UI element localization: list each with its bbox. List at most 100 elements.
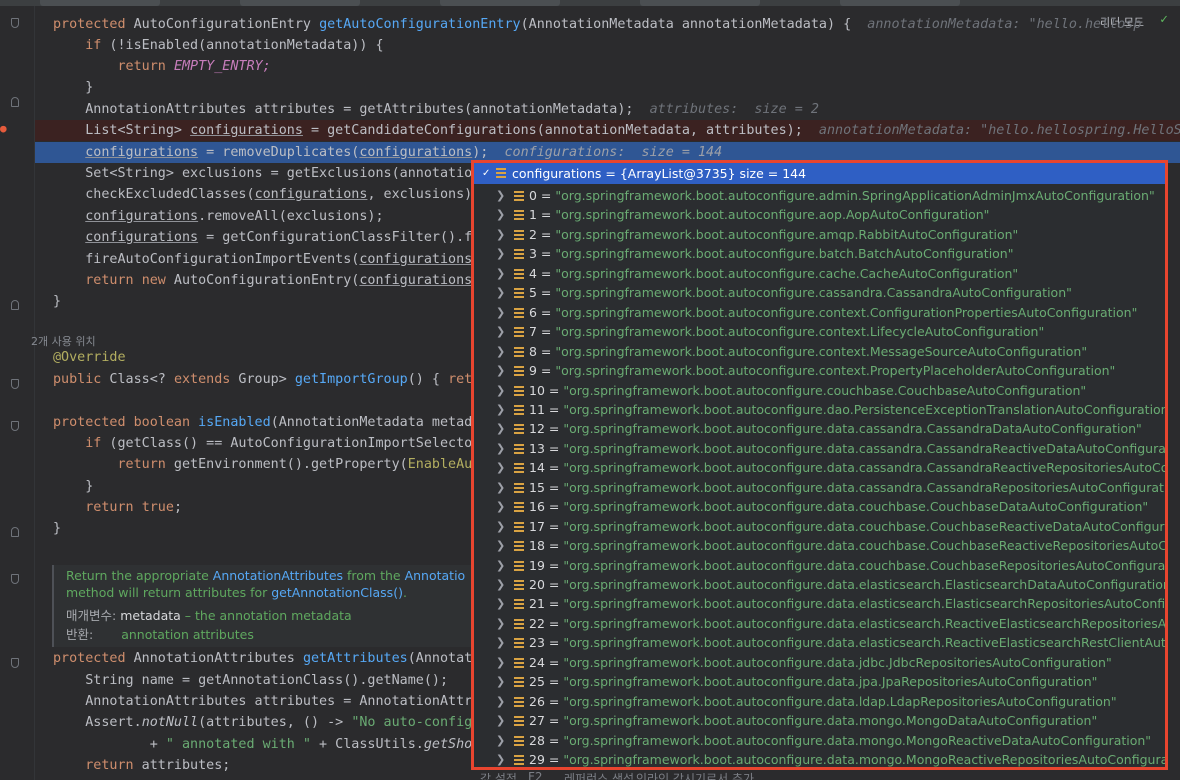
chevron-right-icon[interactable]: ❯ [496, 283, 505, 303]
list-item[interactable]: ❯ 5 = "org.springframework.boot.autoconfi… [474, 283, 1165, 303]
chevron-right-icon[interactable]: ❯ [496, 186, 505, 206]
list-item[interactable]: ❯ 25 = "org.springframework.boot.autoconf… [474, 672, 1165, 692]
list-icon [514, 580, 524, 592]
chevron-right-icon[interactable]: ❯ [496, 750, 505, 767]
chevron-right-icon[interactable]: ❯ [496, 711, 505, 731]
fold-icon[interactable] [11, 300, 19, 310]
fold-icon[interactable] [11, 421, 19, 431]
list-icon [514, 502, 524, 514]
javadoc-link[interactable]: getAnnotationClass() [271, 585, 403, 600]
chevron-right-icon[interactable]: ❯ [496, 478, 505, 498]
list-icon [514, 638, 524, 650]
chevron-right-icon[interactable]: ❯ [496, 439, 505, 459]
popup-header-row[interactable]: ✓ configurations = {ArrayList@3735} size… [474, 163, 1165, 184]
chevron-right-icon[interactable]: ❯ [496, 322, 505, 342]
list-icon [514, 560, 524, 573]
list-item[interactable]: ❯ 22 = "org.springframework.boot.autoconf… [474, 614, 1165, 634]
chevron-right-icon[interactable]: ❯ [496, 692, 505, 712]
list-item[interactable]: ❯ 23 = "org.springframework.boot.autoconf… [474, 633, 1165, 653]
list-item[interactable]: ❯ 20 = "org.springframework.boot.autoconf… [474, 575, 1165, 595]
item-value: "org.springframework.boot.autoconfigure.… [555, 188, 1155, 203]
item-value: "org.springframework.boot.autoconfigure.… [563, 440, 1168, 456]
list-item[interactable]: ❯ 15 = "org.springframework.boot.autoconf… [474, 478, 1165, 498]
list-item[interactable]: ❯ 10 = "org.springframework.boot.autoconf… [474, 381, 1165, 401]
chevron-down-icon[interactable]: ✓ [482, 163, 490, 184]
chevron-right-icon[interactable]: ❯ [496, 361, 505, 381]
list-icon [514, 404, 524, 417]
chevron-right-icon[interactable]: ❯ [496, 536, 505, 556]
list-item[interactable]: ❯ 3 = "org.springframework.boot.autoconfi… [474, 244, 1165, 264]
item-index: 12 [529, 421, 545, 437]
list-item[interactable]: ❯ 17 = "org.springframework.boot.autoconf… [474, 517, 1165, 537]
chevron-right-icon[interactable]: ❯ [496, 381, 505, 401]
list-item[interactable]: ❯ 24 = "org.springframework.boot.autoconf… [474, 653, 1165, 673]
list-icon [514, 307, 524, 320]
chevron-right-icon[interactable]: ❯ [496, 731, 505, 751]
chevron-right-icon[interactable]: ❯ [496, 264, 505, 284]
fold-icon[interactable] [11, 18, 19, 28]
list-item[interactable]: ❯ 11 = "org.springframework.boot.autoconf… [474, 400, 1165, 420]
chevron-right-icon[interactable]: ❯ [496, 517, 505, 537]
list-item[interactable]: ❯ 18 = "org.springframework.boot.autoconf… [474, 536, 1165, 556]
list-item[interactable]: ❯ 16 = "org.springframework.boot.autoconf… [474, 497, 1165, 517]
javadoc-link[interactable]: Annotatio [405, 568, 466, 583]
chevron-right-icon[interactable]: ❯ [496, 342, 505, 362]
fold-icon[interactable] [11, 97, 19, 107]
debug-value-popup[interactable]: ✓ configurations = {ArrayList@3735} size… [471, 160, 1168, 770]
breakpoint-icon[interactable]: ● [0, 123, 7, 134]
list-item[interactable]: ❯ 9 = "org.springframework.boot.autoconfi… [474, 361, 1165, 381]
list-item[interactable]: ❯ 4 = "org.springframework.boot.autoconfi… [474, 264, 1165, 284]
list-item[interactable]: ❯ 2 = "org.springframework.boot.autoconfi… [474, 225, 1165, 245]
list-item[interactable]: ❯ 8 = "org.springframework.boot.autoconfi… [474, 342, 1165, 362]
item-index: 18 [529, 538, 545, 554]
item-index: 16 [529, 499, 545, 515]
list-item[interactable]: ❯ 13 = "org.springframework.boot.autoconf… [474, 439, 1168, 459]
item-value: "org.springframework.boot.autoconfigure.… [563, 693, 1117, 709]
list-item[interactable]: ❯ 12 = "org.springframework.boot.autoconf… [474, 419, 1165, 439]
list-icon [514, 521, 524, 534]
item-value: "org.springframework.boot.autoconfigure.… [555, 265, 1019, 281]
chevron-right-icon[interactable]: ❯ [496, 633, 505, 653]
chevron-right-icon[interactable]: ❯ [496, 497, 505, 517]
chevron-right-icon[interactable]: ❯ [496, 556, 505, 576]
list-item[interactable]: ❯ 29 = "org.springframework.boot.autoconf… [474, 750, 1165, 767]
create-reference-action[interactable]: 레퍼런스 생성 [564, 770, 634, 780]
code-line: protected AutoConfigurationEntry getAuto… [53, 17, 1142, 32]
list-icon [514, 618, 524, 631]
list-item[interactable]: ❯ 27 = "org.springframework.boot.autoconf… [474, 711, 1165, 731]
editor-gutter[interactable]: ● [0, 6, 35, 780]
chevron-right-icon[interactable]: ❯ [496, 303, 505, 323]
javadoc-link[interactable]: AnnotationAttributes [213, 568, 343, 583]
list-icon [514, 210, 524, 222]
list-item[interactable]: ❯ 6 = "org.springframework.boot.autoconfi… [474, 303, 1165, 323]
list-item[interactable]: ❯ 21 = "org.springframework.boot.autoconf… [474, 594, 1165, 614]
chevron-right-icon[interactable]: ❯ [496, 419, 505, 439]
fold-icon[interactable] [11, 379, 19, 389]
chevron-right-icon[interactable]: ❯ [496, 225, 505, 245]
list-icon [514, 696, 524, 709]
chevron-right-icon[interactable]: ❯ [496, 244, 505, 264]
chevron-right-icon[interactable]: ❯ [496, 594, 505, 614]
chevron-right-icon[interactable]: ❯ [496, 458, 505, 478]
fold-icon[interactable] [11, 658, 19, 668]
chevron-right-icon[interactable]: ❯ [496, 575, 505, 595]
chevron-right-icon[interactable]: ❯ [496, 614, 505, 634]
list-item[interactable]: ❯ 26 = "org.springframework.boot.autoconf… [474, 692, 1165, 712]
list-item[interactable]: ❯ 19 = "org.springframework.boot.autoconf… [474, 556, 1165, 576]
list-item[interactable]: ❯ 28 = "org.springframework.boot.autoconf… [474, 731, 1165, 751]
list-item[interactable]: ❯ 7 = "org.springframework.boot.autoconfi… [474, 322, 1165, 342]
list-icon [514, 385, 524, 398]
fold-icon[interactable] [11, 574, 19, 584]
chevron-right-icon[interactable]: ❯ [496, 205, 505, 225]
chevron-right-icon[interactable]: ❯ [496, 400, 505, 420]
item-value: "org.springframework.boot.autoconfigure.… [555, 285, 1072, 301]
list-item[interactable]: ❯ 1 = "org.springframework.boot.autoconfi… [474, 205, 1165, 225]
list-item[interactable]: ❯ 0 = "org.springframework.boot.autoconfi… [474, 186, 1165, 206]
fold-icon[interactable] [11, 527, 19, 537]
chevron-right-icon[interactable]: ❯ [496, 653, 505, 673]
set-value-action[interactable]: 값 설정 [480, 770, 517, 780]
item-index: 13 [529, 440, 545, 456]
add-inline-watch-action[interactable]: 인라인 감시기로서 추가 [636, 770, 754, 780]
chevron-right-icon[interactable]: ❯ [496, 672, 505, 692]
list-item[interactable]: ❯ 14 = "org.springframework.boot.autoconf… [474, 458, 1165, 478]
